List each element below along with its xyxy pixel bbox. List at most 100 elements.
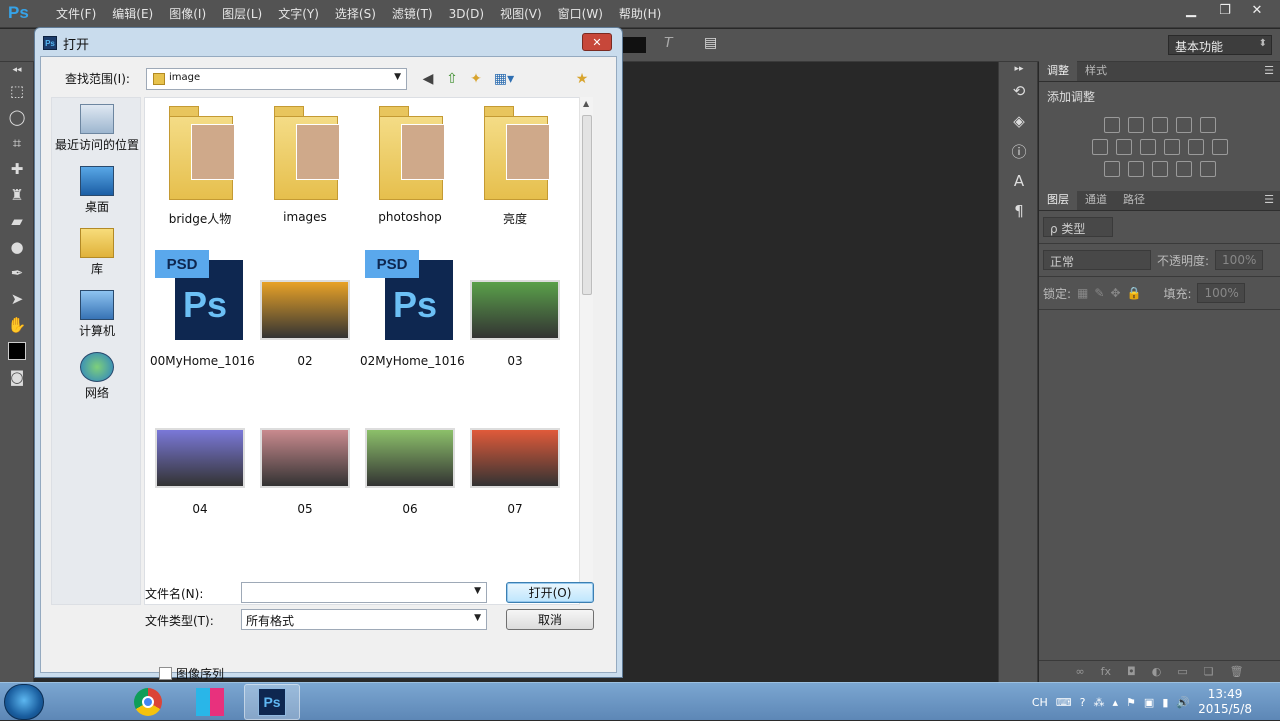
workspace-select[interactable]: 基本功能 <box>1168 35 1272 55</box>
menu-item[interactable]: 文字(Y) <box>270 6 327 22</box>
chevron-down-icon[interactable]: ▼ <box>474 586 481 596</box>
selective-color-icon[interactable] <box>1199 161 1216 177</box>
bw-icon[interactable] <box>1139 139 1156 155</box>
file-item[interactable]: 04 <box>150 398 250 516</box>
levels-icon[interactable] <box>1127 117 1144 133</box>
minimize-button[interactable]: ▁ <box>1174 0 1208 20</box>
file-item[interactable]: 05 <box>255 398 355 516</box>
collapse-icon[interactable]: ◂◂ <box>0 62 34 78</box>
filename-input[interactable]: ▼ <box>241 582 487 603</box>
text-warp-icon[interactable]: 𝘛 <box>664 35 684 55</box>
help-icon[interactable]: ? <box>1080 696 1086 709</box>
menu-item[interactable]: 帮助(H) <box>611 6 669 22</box>
view-menu-icon[interactable]: ▦▾ <box>491 70 517 88</box>
marquee-tool-icon[interactable]: ⬚ <box>0 78 34 104</box>
photoshop-taskbar-button[interactable]: Ps <box>244 684 300 720</box>
new-layer-icon[interactable]: ❏ <box>1204 665 1214 678</box>
power-icon[interactable]: ▣ <box>1144 696 1154 709</box>
close-app-button[interactable]: ✕ <box>1240 0 1274 20</box>
signal-icon[interactable]: ▮ <box>1162 696 1168 709</box>
properties-icon[interactable]: ◈ <box>999 106 1039 136</box>
lasso-tool-icon[interactable]: ◯ <box>0 104 34 130</box>
brightness-icon[interactable] <box>1103 117 1120 133</box>
kind-filter[interactable]: ρ 类型 <box>1043 217 1113 237</box>
lookup-icon[interactable] <box>1211 139 1228 155</box>
tab-adjustments[interactable]: 调整 <box>1039 59 1077 81</box>
fill-field[interactable]: 100% <box>1197 283 1246 303</box>
mask-icon[interactable]: ◘ <box>1127 665 1136 678</box>
dialog-close-button[interactable]: ✕ <box>582 33 612 51</box>
trash-icon[interactable]: 🗑 <box>1230 665 1244 678</box>
healing-tool-icon[interactable]: ✚ <box>0 156 34 182</box>
foreground-color-icon[interactable] <box>0 338 34 364</box>
menu-item[interactable]: 视图(V) <box>492 6 550 22</box>
invert-icon[interactable] <box>1103 161 1120 177</box>
place-library[interactable]: 库 <box>52 228 142 277</box>
mixer-icon[interactable] <box>1187 139 1204 155</box>
file-scrollbar[interactable]: ▲ ▼ <box>579 97 593 605</box>
blur-tool-icon[interactable]: ● <box>0 234 34 260</box>
place-recent[interactable]: 最近访问的位置 <box>52 104 142 153</box>
file-item[interactable]: images <box>255 104 355 224</box>
tab-channels[interactable]: 通道 <box>1077 188 1115 210</box>
chevron-down-icon[interactable]: ▼ <box>474 613 481 623</box>
adjustment-layer-icon[interactable]: ◐ <box>1152 665 1162 678</box>
fx-icon[interactable]: fx <box>1101 665 1111 678</box>
image-sequence-option[interactable]: 图像序列 <box>159 665 224 682</box>
photo-filter-icon[interactable] <box>1163 139 1180 155</box>
file-item[interactable]: 亮度 <box>465 104 565 226</box>
pen-tool-icon[interactable]: ✒ <box>0 260 34 286</box>
character-icon[interactable]: A <box>999 166 1039 196</box>
menu-item[interactable]: 窗口(W) <box>550 6 611 22</box>
panel-toggle-icon[interactable]: ▤ <box>704 35 724 55</box>
file-item[interactable]: photoshop <box>360 104 460 224</box>
group-icon[interactable]: ▭ <box>1177 665 1187 678</box>
eraser-tool-icon[interactable]: ▰ <box>0 208 34 234</box>
app-taskbar-button[interactable] <box>182 684 238 720</box>
scroll-thumb[interactable] <box>582 115 592 295</box>
balance-icon[interactable] <box>1115 139 1132 155</box>
restore-button[interactable]: ❐ <box>1208 0 1242 20</box>
menu-item[interactable]: 文件(F) <box>48 6 104 22</box>
file-item[interactable]: bridge人物 <box>150 104 250 226</box>
clock[interactable]: 13:49 2015/5/8 <box>1198 687 1252 717</box>
gradient-map-icon[interactable] <box>1175 161 1192 177</box>
file-item[interactable]: 07 <box>465 398 565 516</box>
file-item[interactable]: 03 <box>465 250 565 368</box>
hand-tool-icon[interactable]: ✋ <box>0 312 34 338</box>
vibrance-icon[interactable] <box>1199 117 1216 133</box>
tray-expand-icon[interactable]: ▴ <box>1113 696 1119 709</box>
menu-item[interactable]: 3D(D) <box>441 6 492 22</box>
tab-paths[interactable]: 路径 <box>1115 188 1153 210</box>
select-tool-icon[interactable]: ➤ <box>0 286 34 312</box>
cancel-button[interactable]: 取消 <box>506 609 594 630</box>
opacity-field[interactable]: 100% <box>1215 250 1264 270</box>
up-folder-icon[interactable]: ⇧ <box>443 70 461 88</box>
place-network[interactable]: 网络 <box>52 352 142 401</box>
ime-indicator[interactable]: CH <box>1032 696 1048 709</box>
back-icon[interactable]: ◀ <box>419 70 437 88</box>
link-icon[interactable]: ∞ <box>1075 665 1084 678</box>
start-button[interactable] <box>4 684 44 720</box>
menu-item[interactable]: 滤镜(T) <box>384 6 441 22</box>
file-item[interactable]: 02 <box>255 250 355 368</box>
curves-icon[interactable] <box>1151 117 1168 133</box>
stamp-tool-icon[interactable]: ♜ <box>0 182 34 208</box>
threshold-icon[interactable] <box>1151 161 1168 177</box>
paragraph-icon[interactable]: ¶ <box>999 196 1039 226</box>
place-desktop[interactable]: 桌面 <box>52 166 142 215</box>
chrome-taskbar-button[interactable] <box>120 684 176 720</box>
open-button[interactable]: 打开(O) <box>506 582 594 603</box>
color-swatch[interactable] <box>622 37 646 53</box>
scroll-up-icon[interactable]: ▲ <box>583 99 589 108</box>
quick-mask-icon[interactable]: ◙ <box>0 364 34 390</box>
info-icon[interactable]: ⓘ <box>999 136 1039 166</box>
hue-icon[interactable] <box>1091 139 1108 155</box>
file-item[interactable]: 06 <box>360 398 460 516</box>
menu-item[interactable]: 图像(I) <box>161 6 214 22</box>
panel-menu-icon[interactable]: ☰ <box>1264 64 1274 77</box>
new-folder-icon[interactable]: ✦ <box>467 70 485 88</box>
image-sequence-checkbox[interactable] <box>159 667 172 680</box>
pen-icon[interactable]: ⁂ <box>1094 696 1105 709</box>
posterize-icon[interactable] <box>1127 161 1144 177</box>
